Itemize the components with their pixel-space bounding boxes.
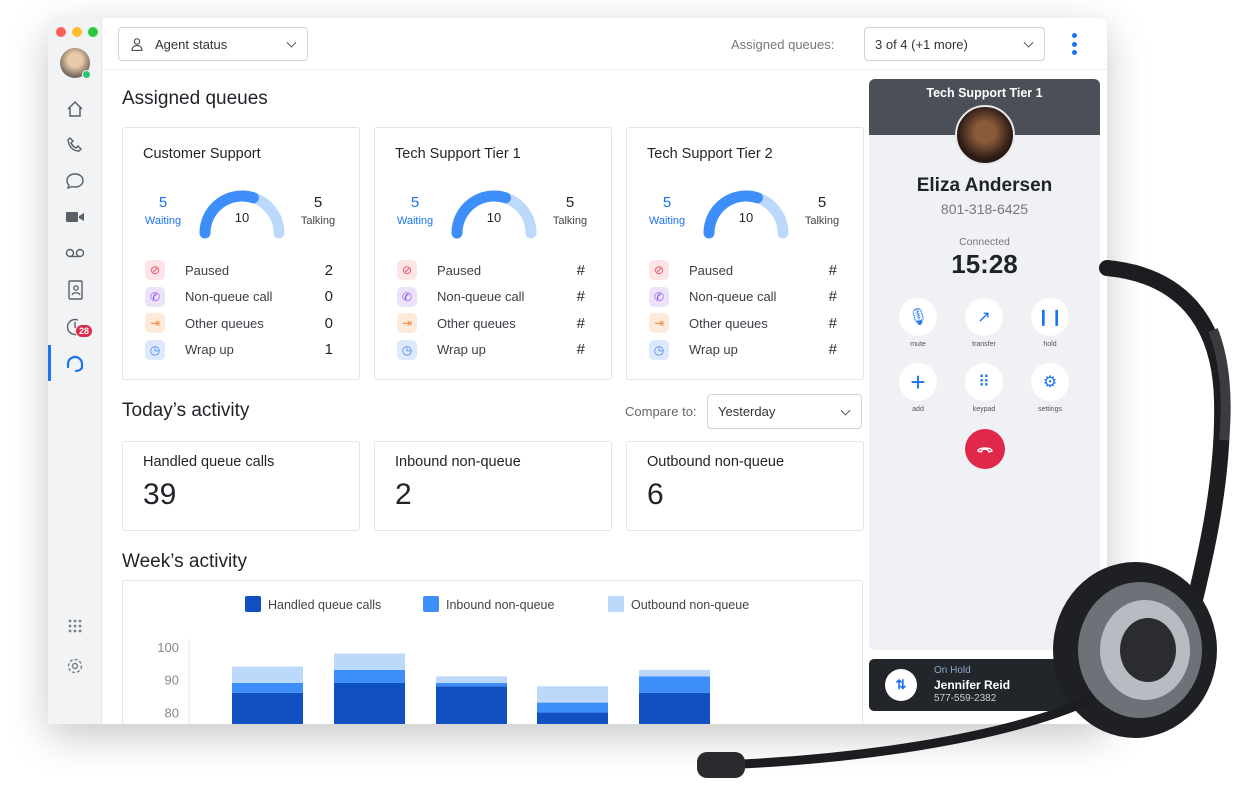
headset-illustration [697, 260, 1231, 778]
